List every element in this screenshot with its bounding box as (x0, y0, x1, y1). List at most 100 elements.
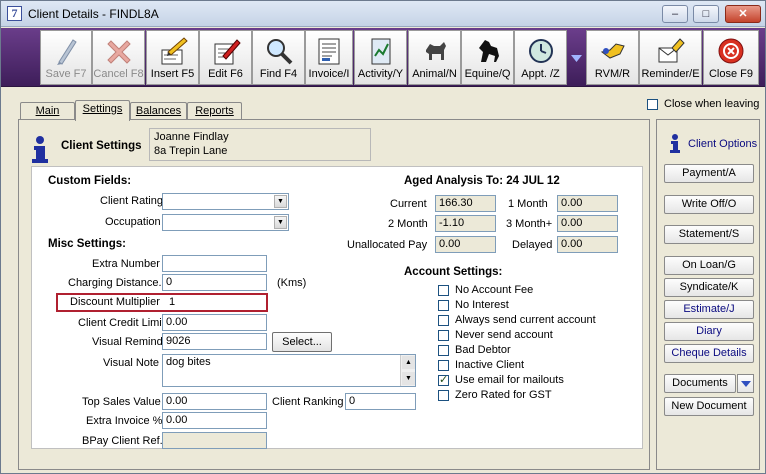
credit-limit-label: Client Credit Limit (78, 317, 165, 329)
inactive-client-label: Inactive Client (455, 359, 525, 371)
always-send-label: Always send current account (455, 314, 596, 326)
credit-limit-field[interactable]: 0.00 (162, 314, 267, 331)
on-loan-button[interactable]: On Loan/G (664, 256, 754, 275)
visual-reminder-field[interactable]: 9026 (162, 333, 267, 350)
rvm-icon (600, 43, 625, 59)
syndicate-button[interactable]: Syndicate/K (664, 278, 754, 297)
find-button[interactable]: Find F4 (252, 30, 305, 85)
scroll-up-icon[interactable]: ▲ (402, 356, 415, 369)
reminder-button[interactable]: Reminder/E (639, 30, 702, 85)
client-options-sidebar: Client Options Payment/A Write Off/O Sta… (656, 119, 760, 470)
always-send-checkbox[interactable] (438, 315, 449, 326)
client-address: 8a Trepin Lane (154, 145, 228, 157)
delayed-label: Delayed (512, 239, 553, 251)
minimize-button[interactable]: – (662, 5, 688, 23)
two-month-value: -1.10 (435, 215, 496, 232)
never-send-label: Never send account (455, 329, 553, 341)
close-when-leaving-option[interactable]: Close when leaving (647, 98, 762, 112)
never-send-checkbox[interactable] (438, 330, 449, 341)
close-when-leaving-checkbox[interactable] (647, 99, 658, 110)
client-name: Joanne Findlay (154, 131, 229, 143)
edit-button[interactable]: Edit F6 (199, 30, 252, 85)
client-rating-select[interactable]: ▼ (162, 193, 289, 210)
close-button[interactable]: Close F9 (703, 30, 759, 85)
three-month-label: 3 Month+ (506, 218, 553, 230)
statement-button[interactable]: Statement/S (664, 225, 754, 244)
client-address-box: Joanne Findlay 8a Trepin Lane (149, 128, 371, 161)
client-rating-label: Client Rating (100, 195, 163, 207)
bpay-field[interactable] (162, 432, 267, 449)
kms-unit-label: (Kms) (277, 277, 307, 289)
client-details-window: 7 Client Details - FINDL8A – □ ✕ Save F7… (0, 0, 766, 474)
toolbar-more-dropdown[interactable] (568, 30, 585, 85)
inactive-client-checkbox[interactable] (438, 360, 449, 371)
extra-number-field[interactable] (162, 255, 267, 272)
reminder-label: Reminder/E (641, 68, 700, 80)
visual-note-textarea[interactable]: dog bites (162, 354, 416, 387)
no-account-fee-checkbox[interactable] (438, 285, 449, 296)
delayed-value: 0.00 (557, 236, 618, 253)
save-button[interactable]: Save F7 (40, 30, 92, 85)
top-sales-label: Top Sales Value (82, 396, 161, 408)
settings-form: Custom Fields: Client Rating ▼ Occupatio… (31, 166, 643, 449)
window-close-button[interactable]: ✕ (725, 5, 761, 23)
visual-note-label: Visual Note (103, 357, 160, 369)
estimate-button[interactable]: Estimate/J (664, 300, 754, 319)
chevron-down-icon (741, 381, 751, 387)
one-month-label: 1 Month (508, 198, 548, 210)
zero-rated-gst-checkbox[interactable] (438, 390, 449, 401)
cancel-label: Cancel F8 (93, 68, 144, 80)
tab-settings[interactable]: Settings (75, 100, 130, 121)
scroll-down-icon[interactable]: ▼ (402, 372, 415, 385)
tab-balances[interactable]: Balances (130, 102, 187, 120)
current-label: Current (390, 198, 427, 210)
bad-debtor-checkbox[interactable] (438, 345, 449, 356)
charging-distance-field[interactable]: 0 (162, 274, 267, 291)
title-bar[interactable]: 7 Client Details - FINDL8A – □ ✕ (1, 1, 765, 27)
insert-button[interactable]: Insert F5 (146, 30, 199, 85)
occupation-select[interactable]: ▼ (162, 214, 289, 231)
visual-note-scrollbar[interactable]: ▲ ▼ (400, 355, 415, 386)
use-email-label: Use email for mailouts (455, 374, 564, 386)
appt-button[interactable]: Appt. /Z (514, 30, 567, 85)
top-sales-field[interactable]: 0.00 (162, 393, 267, 410)
chevron-down-icon (571, 55, 582, 62)
documents-dropdown[interactable] (737, 374, 754, 393)
activity-icon (371, 38, 390, 65)
discount-multiplier-field[interactable]: 1 (169, 296, 175, 308)
maximize-button[interactable]: □ (693, 5, 719, 23)
edit-paper-icon (214, 39, 241, 65)
tab-main[interactable]: Main (20, 102, 75, 120)
use-email-checkbox[interactable] (438, 373, 449, 386)
invoice-button[interactable]: Invoice/I (305, 30, 353, 85)
cheque-details-button[interactable]: Cheque Details (664, 344, 754, 363)
new-document-button[interactable]: New Document (664, 397, 754, 416)
magnifier-icon (266, 39, 292, 65)
write-off-button[interactable]: Write Off/O (664, 195, 754, 214)
no-interest-checkbox[interactable] (438, 300, 449, 311)
dog-icon (425, 42, 446, 60)
edit-label: Edit F6 (208, 68, 243, 80)
extra-invoice-field[interactable]: 0.00 (162, 412, 267, 429)
client-settings-title: Client Settings (61, 140, 142, 152)
activity-button[interactable]: Activity/Y (354, 30, 407, 85)
client-ranking-field[interactable]: 0 (345, 393, 416, 410)
chevron-down-icon: ▼ (274, 216, 287, 229)
rvm-button[interactable]: RVM/R (586, 30, 639, 85)
misc-settings-title: Misc Settings: (48, 238, 126, 250)
documents-button[interactable]: Documents (664, 374, 736, 393)
activity-label: Activity/Y (357, 68, 404, 80)
close-icon (718, 38, 744, 64)
animal-button[interactable]: Animal/N (408, 30, 461, 85)
current-value: 166.30 (435, 195, 496, 212)
reminder-icon (658, 38, 685, 63)
diary-button[interactable]: Diary (664, 322, 754, 341)
one-month-value: 0.00 (557, 195, 618, 212)
charging-distance-label: Charging Distance. (68, 277, 162, 289)
clock-icon (528, 39, 553, 63)
select-reminder-button[interactable]: Select... (272, 332, 332, 352)
tab-reports[interactable]: Reports (187, 102, 242, 120)
cancel-button[interactable]: Cancel F8 (92, 30, 145, 85)
equine-button[interactable]: Equine/Q (461, 30, 514, 85)
payment-button[interactable]: Payment/A (664, 164, 754, 183)
